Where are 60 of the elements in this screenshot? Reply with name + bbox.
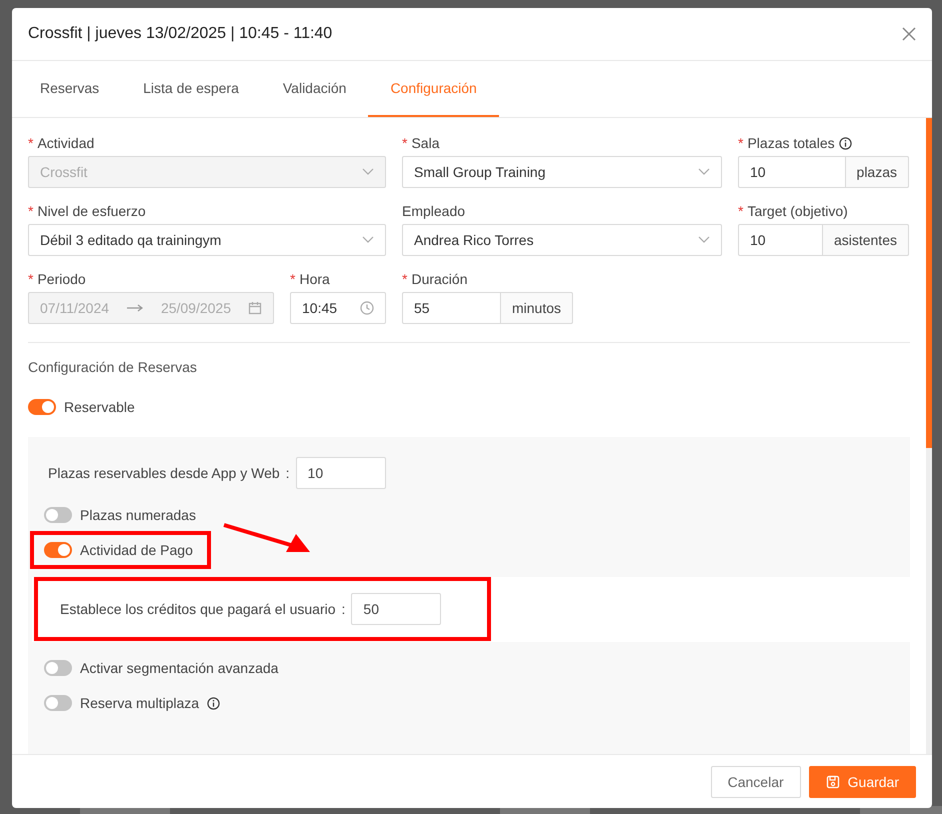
toggle-label: Reservable bbox=[64, 399, 135, 415]
tab[interactable]: Validación bbox=[260, 61, 368, 117]
required-mark: * bbox=[402, 135, 408, 151]
toggle-switch[interactable] bbox=[44, 542, 72, 558]
toggle-label: Reserva multiplaza bbox=[80, 695, 200, 711]
required-mark: * bbox=[402, 271, 408, 287]
close-icon[interactable] bbox=[902, 27, 916, 41]
field-label: Hora bbox=[299, 271, 330, 287]
tab[interactable]: Reservas bbox=[18, 61, 122, 117]
scrollbar-thumb[interactable] bbox=[926, 118, 932, 448]
unit-label: asistentes bbox=[822, 224, 909, 256]
info-icon[interactable] bbox=[207, 696, 220, 710]
field-label: Actividad bbox=[37, 135, 94, 151]
toggle-switch[interactable] bbox=[44, 660, 72, 676]
required-mark: * bbox=[28, 135, 34, 151]
field-label: Plazas totales bbox=[747, 135, 835, 151]
toggle-label: Actividad de Pago bbox=[80, 542, 193, 558]
input-field[interactable]: 10 bbox=[738, 156, 846, 188]
select-field[interactable]: Andrea Rico Torres bbox=[402, 224, 722, 256]
unit-label: plazas bbox=[846, 156, 909, 188]
toggle-switch[interactable] bbox=[28, 399, 56, 415]
required-mark: * bbox=[28, 203, 34, 219]
chevron-icon bbox=[362, 236, 374, 244]
colon: : bbox=[286, 465, 290, 481]
select-field[interactable]: Small Group Training bbox=[402, 156, 722, 188]
info-icon[interactable] bbox=[838, 136, 852, 150]
clock-icon bbox=[360, 301, 374, 315]
field-label: Periodo bbox=[37, 271, 86, 287]
field-label: Nivel de esfuerzo bbox=[37, 203, 146, 219]
section-title: Configuración de Reservas bbox=[28, 359, 198, 375]
required-mark: * bbox=[738, 135, 744, 151]
field-label: Duración bbox=[411, 271, 468, 287]
chevron-icon bbox=[698, 236, 710, 244]
toggle-switch[interactable] bbox=[44, 507, 72, 523]
required-mark: * bbox=[738, 203, 744, 219]
tab[interactable]: Lista de espera bbox=[121, 61, 261, 117]
field-label: Empleado bbox=[402, 203, 466, 219]
calendar-icon bbox=[248, 301, 262, 315]
required-mark: * bbox=[290, 271, 296, 287]
toggle-switch[interactable] bbox=[44, 695, 72, 711]
toggle-label: Activar segmentación avanzada bbox=[80, 660, 278, 676]
colon: : bbox=[342, 601, 346, 617]
input-field[interactable]: 10 bbox=[738, 224, 823, 256]
input-field[interactable]: 10 bbox=[296, 457, 386, 489]
cancel-button[interactable]: Cancelar bbox=[710, 766, 801, 798]
input-field[interactable]: 55 bbox=[402, 292, 501, 324]
field-label: Establece los créditos que pagará el usuario bbox=[60, 601, 336, 617]
toggle-label: Plazas numeradas bbox=[80, 507, 196, 523]
unit-label: minutos bbox=[500, 292, 573, 324]
arrow-icon bbox=[126, 304, 144, 312]
field-label: Target (objetivo) bbox=[747, 203, 848, 219]
dialog-title: Crossfit | jueves 13/02/2025 | 10:45 - 11:40 bbox=[28, 25, 332, 43]
required-mark: * bbox=[28, 271, 34, 287]
field-label: Plazas reservables desde App y Web bbox=[48, 465, 280, 481]
time-field[interactable]: 10:45 bbox=[290, 292, 386, 324]
select-field[interactable]: Débil 3 editado qa trainingym bbox=[28, 224, 386, 256]
chevron-icon bbox=[698, 168, 710, 176]
chevron-icon bbox=[362, 168, 374, 176]
field-label: Sala bbox=[411, 135, 440, 151]
input-field[interactable]: 50 bbox=[351, 593, 442, 625]
